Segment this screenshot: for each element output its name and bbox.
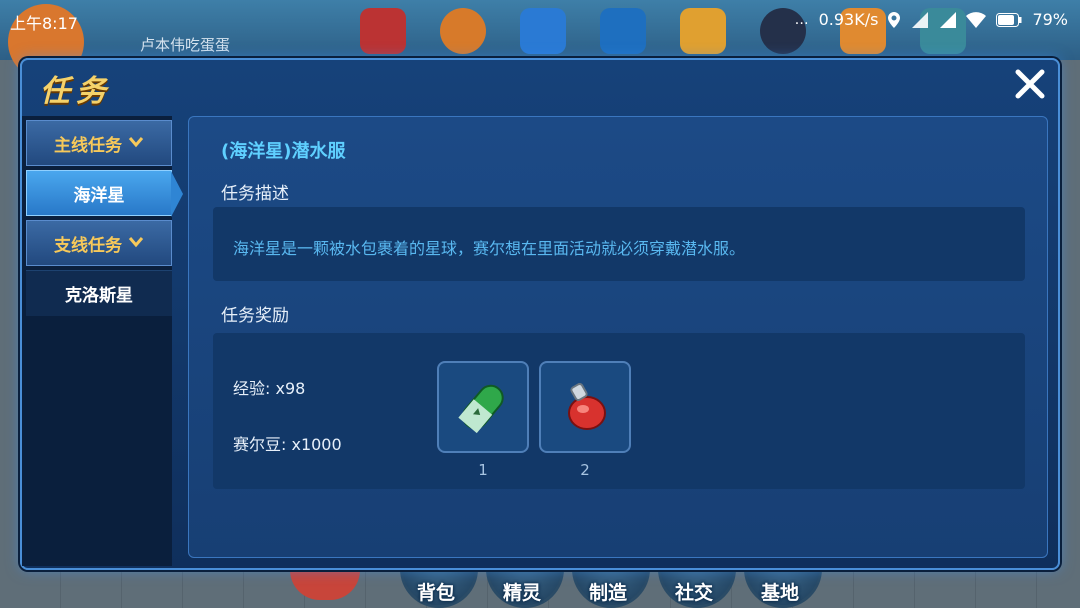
reward-item-count: 2 bbox=[580, 461, 590, 479]
description-heading: 任务描述 bbox=[221, 184, 289, 204]
status-indicators: … 0.93K/s 79% bbox=[795, 10, 1068, 29]
sidebar-item-label: 克洛斯星 bbox=[65, 286, 133, 306]
hd-signal-icon bbox=[912, 11, 929, 28]
chevron-down-icon bbox=[128, 233, 144, 253]
task-dialog: 任务 主线任务 海洋星 支线任务 克洛斯星 (海洋星)潜水服 任务描述 海洋星是… bbox=[20, 58, 1060, 570]
sidebar-item-label: 海洋星 bbox=[73, 185, 125, 206]
task-description: 海洋星是一颗被水包裹着的星球，赛尔想在里面活动就必须穿戴潜水服。 bbox=[233, 239, 746, 258]
base-label: 基地 bbox=[760, 582, 799, 604]
network-speed: 0.93K/s bbox=[818, 10, 879, 29]
chevron-down-icon bbox=[128, 133, 144, 153]
wifi-icon bbox=[966, 11, 987, 28]
capsule-item-icon bbox=[458, 384, 504, 434]
potion-item-icon bbox=[568, 383, 606, 430]
social-label: 社交 bbox=[674, 582, 713, 604]
task-sidebar: 主线任务 海洋星 支线任务 克洛斯星 bbox=[22, 116, 183, 566]
sidebar-item-side-quests[interactable]: 支线任务 bbox=[26, 220, 172, 266]
backpack-label: 背包 bbox=[416, 582, 455, 604]
close-button[interactable] bbox=[1010, 64, 1050, 104]
status-bar: 上午8:17 … 0.93K/s 79% bbox=[0, 0, 1080, 40]
craft-label: 制造 bbox=[588, 582, 627, 604]
reward-item-slot[interactable] bbox=[539, 361, 631, 453]
reward-item-slot[interactable] bbox=[437, 361, 529, 453]
reward-beans: 赛尔豆: x1000 bbox=[233, 435, 342, 454]
status-time: 上午8:17 bbox=[10, 14, 78, 33]
reward-heading: 任务奖励 bbox=[221, 306, 289, 326]
battery-icon bbox=[996, 12, 1022, 27]
sidebar-item-main-quests[interactable]: 主线任务 bbox=[26, 120, 172, 166]
sidebar-item-label: 主线任务 bbox=[54, 135, 122, 156]
sidebar-item-kloss-planet[interactable]: 克洛斯星 bbox=[26, 270, 172, 316]
sidebar-item-ocean-planet[interactable]: 海洋星 bbox=[26, 170, 183, 217]
battery-level: 79% bbox=[1032, 10, 1068, 29]
description-box: 海洋星是一颗被水包裹着的星球，赛尔想在里面活动就必须穿戴潜水服。 bbox=[213, 207, 1025, 281]
close-icon bbox=[1015, 69, 1045, 99]
more-notifications-icon: … bbox=[794, 11, 809, 28]
reward-exp: 经验: x98 bbox=[233, 379, 306, 398]
task-title: (海洋星)潜水服 bbox=[221, 141, 346, 162]
reward-item-count: 1 bbox=[478, 461, 488, 479]
reward-box: 经验: x98 赛尔豆: x1000 1 2 bbox=[213, 333, 1025, 489]
spirit-label: 精灵 bbox=[502, 582, 541, 604]
signal-icon bbox=[940, 11, 957, 28]
dialog-title: 任务 bbox=[40, 74, 112, 109]
sidebar-item-label: 支线任务 bbox=[54, 235, 122, 256]
task-detail-panel: (海洋星)潜水服 任务描述 海洋星是一颗被水包裹着的星球，赛尔想在里面活动就必须… bbox=[188, 116, 1048, 558]
location-icon bbox=[888, 11, 901, 28]
